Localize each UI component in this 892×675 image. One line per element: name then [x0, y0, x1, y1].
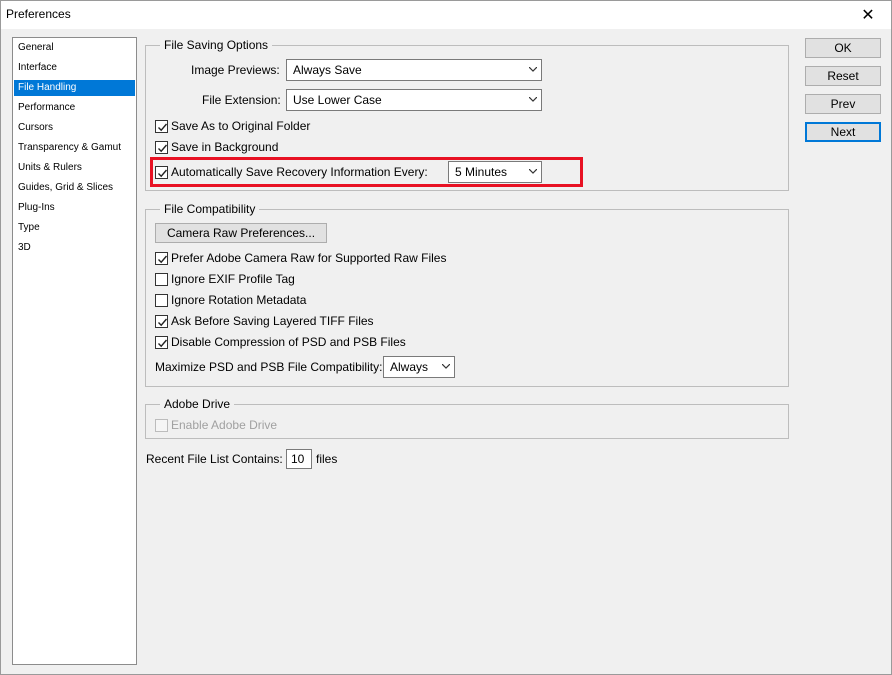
- prefer-camera-raw-label: Prefer Adobe Camera Raw for Supported Ra…: [171, 251, 447, 265]
- save-in-background-label: Save in Background: [171, 140, 279, 154]
- close-icon: ✕: [861, 7, 875, 24]
- checkbox-box: [155, 140, 168, 154]
- file-extension-label: File Extension:: [202, 93, 281, 107]
- checkbox-box: [155, 251, 168, 265]
- checkbox-box: [155, 165, 168, 179]
- enable-adobe-drive-checkbox[interactable]: Enable Adobe Drive: [155, 417, 277, 433]
- recent-file-suffix: files: [316, 452, 338, 466]
- checkmark-icon: [158, 169, 168, 177]
- sidebar-item-units-rulers[interactable]: Units & Rulers: [14, 160, 135, 176]
- prev-button[interactable]: Prev: [805, 94, 881, 114]
- ignore-rotation-checkbox[interactable]: Ignore Rotation Metadata: [155, 292, 306, 308]
- maximize-compat-value: Always: [390, 360, 429, 374]
- sidebar-item-transparency-gamut[interactable]: Transparency & Gamut: [14, 140, 135, 156]
- chevron-down-icon: [442, 364, 450, 369]
- save-as-original-checkbox[interactable]: Save As to Original Folder: [155, 118, 310, 134]
- checkbox-box: [155, 272, 168, 286]
- checkmark-icon: [158, 339, 168, 347]
- checkmark-icon: [158, 123, 168, 131]
- ignore-exif-label: Ignore EXIF Profile Tag: [171, 272, 295, 286]
- ok-button[interactable]: OK: [805, 38, 881, 58]
- file-extension-value: Use Lower Case: [293, 93, 382, 107]
- category-list[interactable]: General Interface File Handling Performa…: [12, 37, 137, 665]
- checkbox-box: [155, 314, 168, 328]
- camera-raw-preferences-button[interactable]: Camera Raw Preferences...: [155, 223, 327, 243]
- disable-compression-checkbox[interactable]: Disable Compression of PSD and PSB Files: [155, 334, 406, 350]
- save-in-background-checkbox[interactable]: Save in Background: [155, 139, 278, 155]
- file-saving-options-legend: File Saving Options: [160, 38, 273, 52]
- close-button[interactable]: ✕: [845, 1, 891, 29]
- checkbox-box: [155, 119, 168, 133]
- checkbox-box: [155, 418, 168, 432]
- auto-save-recovery-checkbox[interactable]: Automatically Save Recovery Information …: [155, 164, 428, 180]
- auto-save-interval-select[interactable]: 5 Minutes: [448, 161, 542, 183]
- preferences-dialog: Preferences ✕ General Interface File Han…: [0, 0, 892, 675]
- checkbox-box: [155, 335, 168, 349]
- sidebar-item-plug-ins[interactable]: Plug-Ins: [14, 200, 135, 216]
- sidebar-item-type[interactable]: Type: [14, 220, 135, 236]
- sidebar-item-interface[interactable]: Interface: [14, 60, 135, 76]
- prefer-camera-raw-checkbox[interactable]: Prefer Adobe Camera Raw for Supported Ra…: [155, 250, 446, 266]
- checkbox-box: [155, 293, 168, 307]
- recent-file-count-input[interactable]: 10: [286, 449, 312, 469]
- ask-tiff-checkbox[interactable]: Ask Before Saving Layered TIFF Files: [155, 313, 374, 329]
- ignore-exif-checkbox[interactable]: Ignore EXIF Profile Tag: [155, 271, 295, 287]
- disable-compression-label: Disable Compression of PSD and PSB Files: [171, 335, 406, 349]
- chevron-down-icon: [529, 97, 537, 102]
- sidebar-item-guides-grid-slices[interactable]: Guides, Grid & Slices: [14, 180, 135, 196]
- next-button[interactable]: Next: [805, 122, 881, 142]
- title-bar: Preferences ✕: [1, 1, 891, 29]
- sidebar-item-performance[interactable]: Performance: [14, 100, 135, 116]
- recent-file-list-label: Recent File List Contains:: [146, 452, 283, 466]
- image-previews-select[interactable]: Always Save: [286, 59, 542, 81]
- file-extension-select[interactable]: Use Lower Case: [286, 89, 542, 111]
- sidebar-item-3d[interactable]: 3D: [14, 240, 135, 256]
- adobe-drive-legend: Adobe Drive: [160, 397, 235, 411]
- checkmark-icon: [158, 144, 168, 152]
- image-previews-value: Always Save: [293, 63, 362, 77]
- chevron-down-icon: [529, 67, 537, 72]
- maximize-compat-select[interactable]: Always: [383, 356, 455, 378]
- checkmark-icon: [158, 318, 168, 326]
- checkmark-icon: [158, 255, 168, 263]
- file-compatibility-legend: File Compatibility: [160, 202, 260, 216]
- reset-button[interactable]: Reset: [805, 66, 881, 86]
- auto-save-recovery-label: Automatically Save Recovery Information …: [171, 165, 428, 179]
- chevron-down-icon: [529, 169, 537, 174]
- ask-tiff-label: Ask Before Saving Layered TIFF Files: [171, 314, 374, 328]
- maximize-compat-label: Maximize PSD and PSB File Compatibility:: [155, 360, 383, 374]
- save-as-original-label: Save As to Original Folder: [171, 119, 311, 133]
- enable-adobe-drive-label: Enable Adobe Drive: [171, 418, 278, 432]
- auto-save-interval-value: 5 Minutes: [455, 165, 508, 179]
- sidebar-item-general[interactable]: General: [14, 40, 135, 56]
- window-title: Preferences: [6, 7, 71, 21]
- image-previews-label: Image Previews:: [191, 63, 280, 77]
- sidebar-item-file-handling[interactable]: File Handling: [14, 80, 135, 96]
- ignore-rotation-label: Ignore Rotation Metadata: [171, 293, 307, 307]
- sidebar-item-cursors[interactable]: Cursors: [14, 120, 135, 136]
